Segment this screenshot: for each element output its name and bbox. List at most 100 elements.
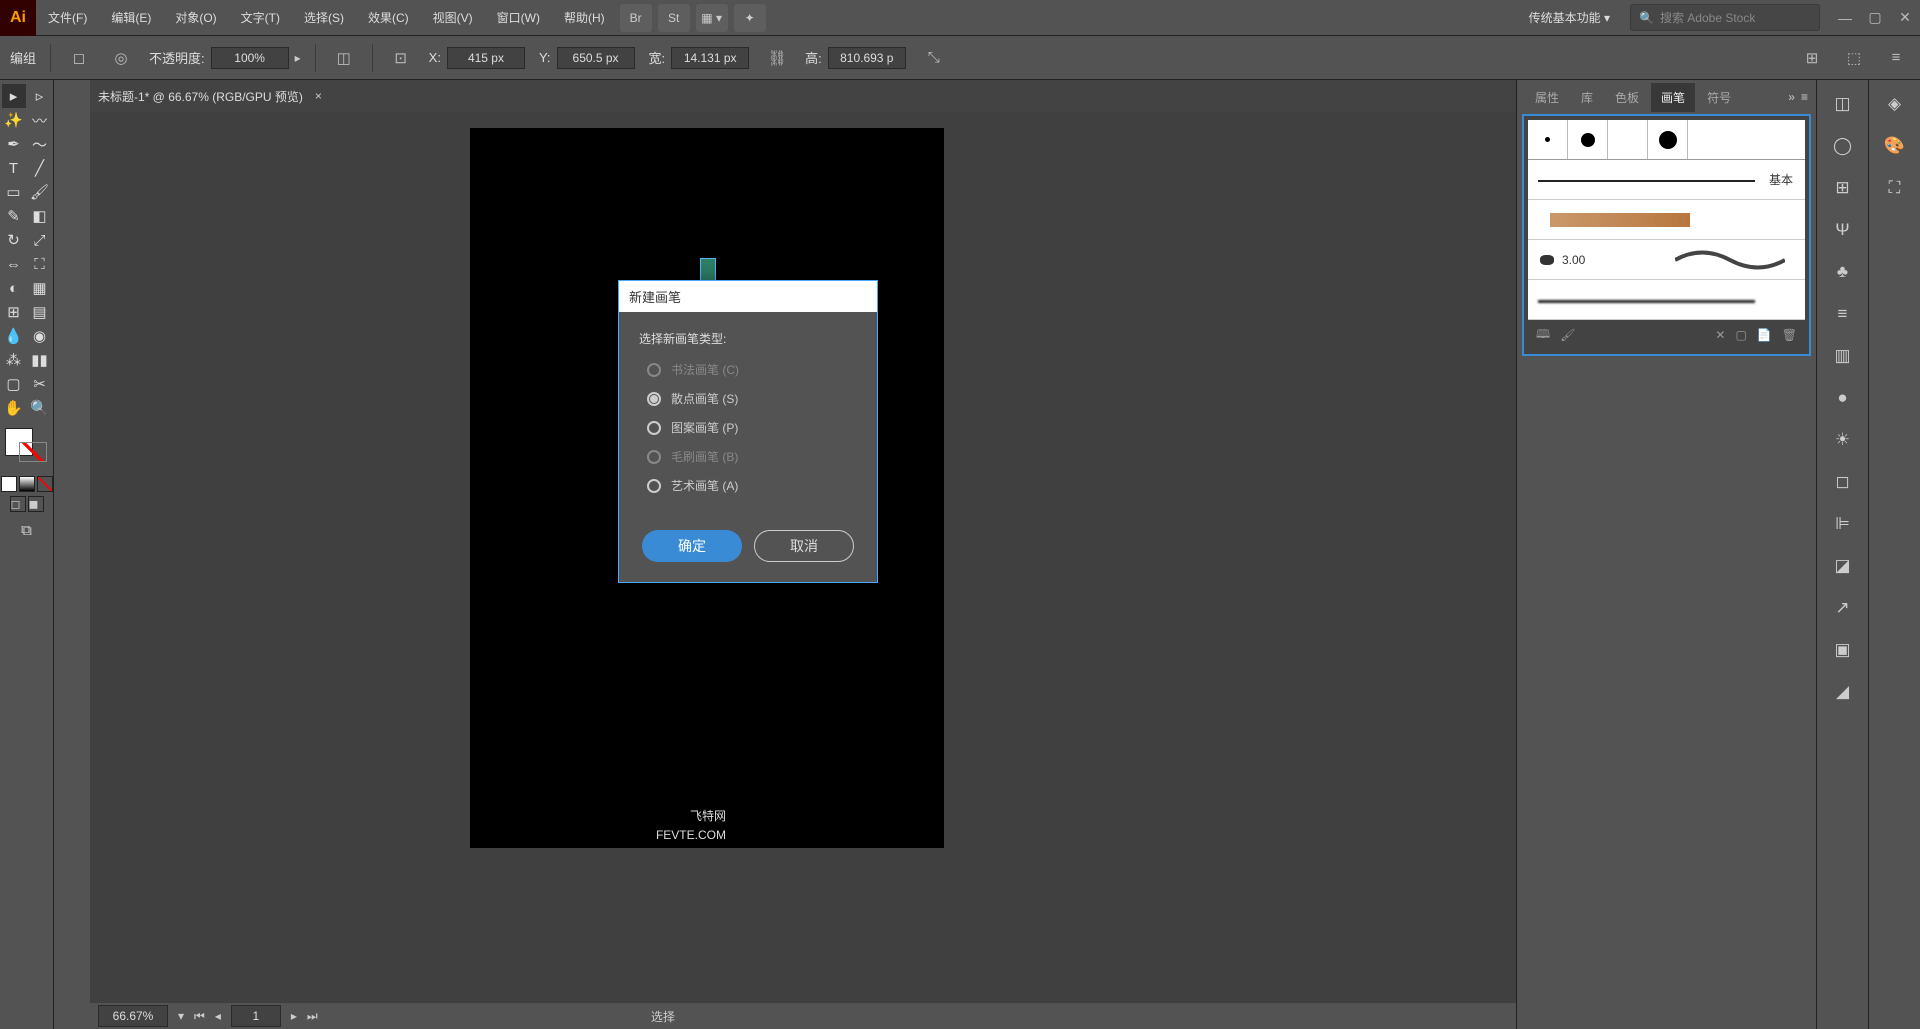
chevron-down-icon[interactable]: ▾ xyxy=(178,1009,184,1023)
hand-tool[interactable]: ✋ xyxy=(2,396,26,420)
menu-effect[interactable]: 效果(C) xyxy=(356,0,421,36)
window-close[interactable]: ✕ xyxy=(1890,8,1920,28)
radio-scatter[interactable]: 散点画笔 (S) xyxy=(639,390,857,407)
link-wh-icon[interactable]: ⛓ xyxy=(763,44,791,72)
arrange-docs-icon[interactable]: ▦ ▾ xyxy=(696,4,728,32)
brush-thumb-2[interactable] xyxy=(1568,120,1608,159)
y-input[interactable]: 650.5 px xyxy=(557,47,635,69)
scale-tool[interactable]: ⤢ xyxy=(28,228,52,252)
eyedropper-tool[interactable]: 💧 xyxy=(2,324,26,348)
blend-tool[interactable]: ◉ xyxy=(28,324,52,348)
stroke-swatch[interactable] xyxy=(19,442,47,462)
swatch-gradient[interactable] xyxy=(19,476,35,492)
crop-icon[interactable]: ⛶ xyxy=(1881,174,1909,202)
delete-brush-icon[interactable]: 🗑 xyxy=(1782,328,1797,342)
window-minimize[interactable]: ― xyxy=(1830,8,1860,28)
tab-brushes[interactable]: 画笔 xyxy=(1651,83,1695,112)
pen-tool[interactable]: ✒ xyxy=(2,132,26,156)
stock-icon[interactable]: St xyxy=(658,4,690,32)
search-input[interactable]: 🔍搜索 Adobe Stock xyxy=(1630,4,1820,31)
gradient-tool[interactable]: ▤ xyxy=(28,300,52,324)
remove-stroke-icon[interactable]: ✕ xyxy=(1715,328,1725,342)
type-tool[interactable]: T xyxy=(2,156,26,180)
square-icon[interactable]: ◻ xyxy=(1829,468,1857,496)
chevron-right-icon[interactable]: ▸ xyxy=(295,51,301,65)
cancel-button[interactable]: 取消 xyxy=(754,530,854,562)
align-icon[interactable]: ⊞ xyxy=(1798,44,1826,72)
draw-behind-icon[interactable]: ◼ xyxy=(28,496,44,512)
h-input[interactable]: 810.693 p xyxy=(828,47,906,69)
w-input[interactable]: 14.131 px xyxy=(671,47,749,69)
x-input[interactable]: 415 px xyxy=(447,47,525,69)
menu-edit[interactable]: 编辑(E) xyxy=(99,0,163,36)
shaper-tool[interactable]: ✎ xyxy=(2,204,26,228)
expand-icon[interactable]: » xyxy=(1788,90,1795,104)
palette-icon[interactable]: 🎨 xyxy=(1881,132,1909,160)
tab-swatches[interactable]: 色板 xyxy=(1605,83,1649,112)
brush-item-calli[interactable]: 3.00 xyxy=(1528,240,1805,280)
ok-button[interactable]: 确定 xyxy=(642,530,742,562)
options-icon[interactable]: ▢ xyxy=(1735,328,1746,342)
curvature-tool[interactable]: ～ xyxy=(28,132,52,156)
brush-thumb-1[interactable] xyxy=(1528,120,1568,159)
screen-mode-icon[interactable]: ⧉ xyxy=(15,518,39,542)
opacity-input[interactable]: 100% xyxy=(211,47,289,69)
column-graph-tool[interactable]: ▮▮ xyxy=(28,348,52,372)
cc-icon[interactable]: ◯ xyxy=(1829,132,1857,160)
edit-content-icon[interactable]: ◻ xyxy=(65,44,93,72)
rectangle-tool[interactable]: ▭ xyxy=(2,180,26,204)
symbol-sprayer-tool[interactable]: ⁂ xyxy=(2,348,26,372)
panel-menu-icon[interactable]: ≡ xyxy=(1801,90,1808,104)
menu-help[interactable]: 帮助(H) xyxy=(552,0,617,36)
layers-icon[interactable]: ◈ xyxy=(1881,90,1909,118)
lasso-tool[interactable]: 〰 xyxy=(28,108,52,132)
brush-thumb-3[interactable] xyxy=(1608,120,1648,159)
slice-tool[interactable]: ✂ xyxy=(28,372,52,396)
document-tab[interactable]: 未标题-1* @ 66.67% (RGB/GPU 预览) × xyxy=(90,80,1516,112)
connector-icon[interactable]: Ψ xyxy=(1829,216,1857,244)
close-tab-icon[interactable]: × xyxy=(315,89,322,103)
brush-lib-icon[interactable]: 🖌 xyxy=(1560,328,1575,342)
menu-type[interactable]: 文字(T) xyxy=(229,0,292,36)
circle-icon[interactable]: ● xyxy=(1829,384,1857,412)
swatch-none[interactable] xyxy=(37,476,53,492)
canvas-area[interactable]: 未标题-1* @ 66.67% (RGB/GPU 预览) × 飞特网 FEVTE… xyxy=(90,80,1516,1029)
menu-window[interactable]: 窗口(W) xyxy=(485,0,552,36)
transform-ref-icon[interactable]: ⊡ xyxy=(387,44,415,72)
clover-icon[interactable]: ♣ xyxy=(1829,258,1857,286)
eraser-tool[interactable]: ◧ xyxy=(28,204,52,228)
rotate-tool[interactable]: ↻ xyxy=(2,228,26,252)
line-icon[interactable]: ≡ xyxy=(1829,300,1857,328)
tab-properties[interactable]: 属性 xyxy=(1525,83,1569,112)
gradient2-icon[interactable]: ▥ xyxy=(1829,342,1857,370)
artboard-input[interactable]: 1 xyxy=(231,1005,281,1027)
export-icon[interactable]: ↗ xyxy=(1829,594,1857,622)
shape-builder-tool[interactable]: ◐ xyxy=(2,276,26,300)
brush-item-charcoal[interactable] xyxy=(1528,280,1805,320)
bridge-icon[interactable]: Br xyxy=(620,4,652,32)
mesh-tool[interactable]: ⊞ xyxy=(2,300,26,324)
grid-icon[interactable]: ⊞ xyxy=(1829,174,1857,202)
paintbrush-tool[interactable]: 🖌 xyxy=(28,180,52,204)
line-tool[interactable]: ╱ xyxy=(28,156,52,180)
tab-symbols[interactable]: 符号 xyxy=(1697,83,1741,112)
selection-tool[interactable]: ▸ xyxy=(2,84,26,108)
menu-file[interactable]: 文件(F) xyxy=(36,0,99,36)
left-collapsed-dock[interactable] xyxy=(54,80,90,1029)
cube-icon[interactable]: ◫ xyxy=(1829,90,1857,118)
new-brush-icon[interactable]: 📄 xyxy=(1757,328,1772,342)
libraries-icon[interactable]: 🕮 xyxy=(1536,325,1550,346)
radio-pattern[interactable]: 图案画笔 (P) xyxy=(639,419,857,436)
brush-thumb-4[interactable] xyxy=(1648,120,1688,159)
workspace-selector[interactable]: 传统基本功能 ▾ xyxy=(1519,9,1620,26)
corner-icon[interactable]: ◢ xyxy=(1829,678,1857,706)
direct-selection-tool[interactable]: ▹ xyxy=(28,84,52,108)
nav-first-icon[interactable]: ⏮ xyxy=(194,1009,205,1024)
magic-wand-tool[interactable]: ✨ xyxy=(2,108,26,132)
sun-icon[interactable]: ☀ xyxy=(1829,426,1857,454)
brush-item-basic[interactable]: 基本 xyxy=(1528,160,1805,200)
menu-view[interactable]: 视图(V) xyxy=(421,0,485,36)
width-tool[interactable]: ⇔ xyxy=(2,252,26,276)
recolor-icon[interactable]: ◫ xyxy=(330,44,358,72)
pathfinder-icon[interactable]: ◪ xyxy=(1829,552,1857,580)
